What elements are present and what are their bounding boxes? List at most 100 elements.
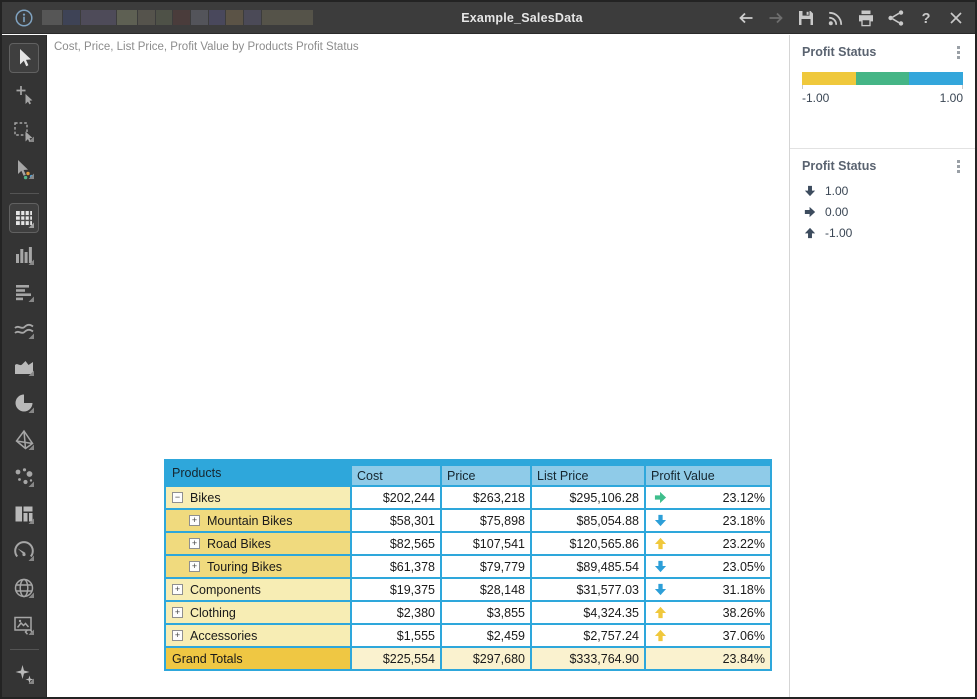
value-cell[interactable]: $19,375	[352, 579, 440, 600]
color-scale-ticks	[802, 85, 963, 89]
svg-text:?: ?	[922, 11, 931, 27]
expand-icon[interactable]: +	[172, 630, 183, 641]
titlebar-actions: ?	[735, 2, 967, 34]
expand-icon[interactable]: +	[189, 561, 200, 572]
profit-value-cell[interactable]: 38.26%	[646, 602, 770, 623]
arrow-down-icon	[804, 185, 816, 197]
cross-table-button[interactable]	[9, 203, 39, 233]
legend-item-label: 0.00	[825, 205, 848, 219]
marquee-select-tool-button[interactable]	[9, 117, 39, 147]
value-cell[interactable]: $28,148	[442, 579, 530, 600]
value-cell[interactable]: $3,855	[442, 602, 530, 623]
row-label[interactable]: +Touring Bikes	[166, 556, 350, 577]
summary-table-button[interactable]	[9, 277, 39, 307]
redacted-menu-item	[209, 10, 225, 25]
value-cell[interactable]: $82,565	[352, 533, 440, 554]
row-label[interactable]: + Road Bikes	[166, 533, 350, 554]
info-icon[interactable]	[14, 8, 34, 28]
row-label[interactable]: Grand Totals	[166, 648, 350, 669]
color-scale-segment	[856, 72, 910, 85]
value-cell[interactable]: $297,680	[442, 648, 530, 669]
expand-icon[interactable]: +	[189, 538, 200, 549]
column-header-products[interactable]: Products	[166, 461, 350, 485]
axis-select-tool-button[interactable]	[9, 80, 39, 110]
ai-recommendations-button[interactable]	[9, 659, 39, 689]
custom-visual-button[interactable]	[9, 610, 39, 640]
value-cell[interactable]: $120,565.86	[532, 533, 644, 554]
row-label[interactable]: −Bikes	[166, 487, 350, 508]
arrow-up-icon	[654, 606, 667, 619]
value-cell[interactable]: $4,324.35	[532, 602, 644, 623]
value-cell[interactable]: $75,898	[442, 510, 530, 531]
gauge-chart-button[interactable]	[9, 536, 39, 566]
value-cell[interactable]: $107,541	[442, 533, 530, 554]
value-cell[interactable]: $58,301	[352, 510, 440, 531]
row-label[interactable]: +Accessories	[166, 625, 350, 646]
save-icon[interactable]	[795, 7, 817, 29]
legend-item: -1.00	[804, 226, 963, 240]
value-cell[interactable]: $263,218	[442, 487, 530, 508]
kebab-menu-icon[interactable]	[954, 159, 963, 174]
expand-icon[interactable]: +	[172, 584, 183, 595]
value-cell[interactable]: $1,555	[352, 625, 440, 646]
value-cell[interactable]: $85,054.88	[532, 510, 644, 531]
treemap-button[interactable]	[9, 499, 39, 529]
value-cell[interactable]: $2,757.24	[532, 625, 644, 646]
value-cell[interactable]: $2,380	[352, 602, 440, 623]
profit-value-cell[interactable]: 23.05%	[646, 556, 770, 577]
close-icon[interactable]	[945, 7, 967, 29]
marking-tool-button[interactable]	[9, 154, 39, 184]
column-header-label: Cost	[352, 466, 440, 485]
arrow-up-icon	[804, 227, 816, 239]
profit-value-cell[interactable]: 23.84%	[646, 648, 770, 669]
pointer-tool-button[interactable]	[9, 43, 39, 73]
radar-chart-button[interactable]	[9, 425, 39, 455]
column-header-label: List Price	[532, 466, 644, 485]
row-label[interactable]: +Clothing	[166, 602, 350, 623]
profit-value-cell[interactable]: 23.12%	[646, 487, 770, 508]
profit-percent: 23.12%	[723, 491, 765, 505]
share-icon[interactable]	[885, 7, 907, 29]
collapse-icon[interactable]: −	[172, 492, 183, 503]
profit-value-cell[interactable]: 23.22%	[646, 533, 770, 554]
map-chart-button[interactable]	[9, 573, 39, 603]
profit-value-cell[interactable]: 31.18%	[646, 579, 770, 600]
bar-chart-button[interactable]	[9, 240, 39, 270]
value-cell[interactable]: $31,577.03	[532, 579, 644, 600]
row-label[interactable]: +Mountain Bikes	[166, 510, 350, 531]
help-icon[interactable]: ?	[915, 7, 937, 29]
value-cell[interactable]: $225,554	[352, 648, 440, 669]
line-chart-button[interactable]	[9, 314, 39, 344]
expand-icon[interactable]: +	[189, 515, 200, 526]
redacted-menu-item	[244, 10, 261, 25]
value-cell[interactable]: $61,378	[352, 556, 440, 577]
row-label[interactable]: + Components	[166, 579, 350, 600]
value-cell[interactable]: $89,485.54	[532, 556, 644, 577]
column-header-profit-value[interactable]: Profit Value	[646, 461, 770, 485]
row-label-text: Components	[190, 583, 261, 597]
column-header-list-price[interactable]: List Price	[532, 461, 644, 485]
profit-value-cell[interactable]: 37.06%	[646, 625, 770, 646]
column-header-price[interactable]: Price	[442, 461, 530, 485]
profit-percent: 23.05%	[723, 560, 765, 574]
redacted-menu-item	[173, 10, 190, 25]
profit-percent: 23.84%	[723, 652, 765, 666]
value-cell[interactable]: $295,106.28	[532, 487, 644, 508]
value-cell[interactable]: $2,459	[442, 625, 530, 646]
print-icon[interactable]	[855, 7, 877, 29]
column-header-cost[interactable]: Cost	[352, 461, 440, 485]
value-cell[interactable]: $79,779	[442, 556, 530, 577]
value-cell[interactable]: $333,764.90	[532, 648, 644, 669]
value-cell[interactable]: $202,244	[352, 487, 440, 508]
profit-value-cell[interactable]: 23.18%	[646, 510, 770, 531]
broadcast-icon[interactable]	[825, 7, 847, 29]
scatter-plot-button[interactable]	[9, 462, 39, 492]
area-chart-button[interactable]	[9, 351, 39, 381]
back-icon[interactable]	[735, 7, 757, 29]
pie-chart-button[interactable]	[9, 388, 39, 418]
expand-icon[interactable]: +	[172, 607, 183, 618]
row-label-text: Road Bikes	[207, 537, 271, 551]
kebab-menu-icon[interactable]	[954, 45, 963, 60]
visualization-canvas[interactable]: Cost, Price, List Price, Profit Value by…	[48, 35, 789, 697]
forward-icon[interactable]	[765, 7, 787, 29]
